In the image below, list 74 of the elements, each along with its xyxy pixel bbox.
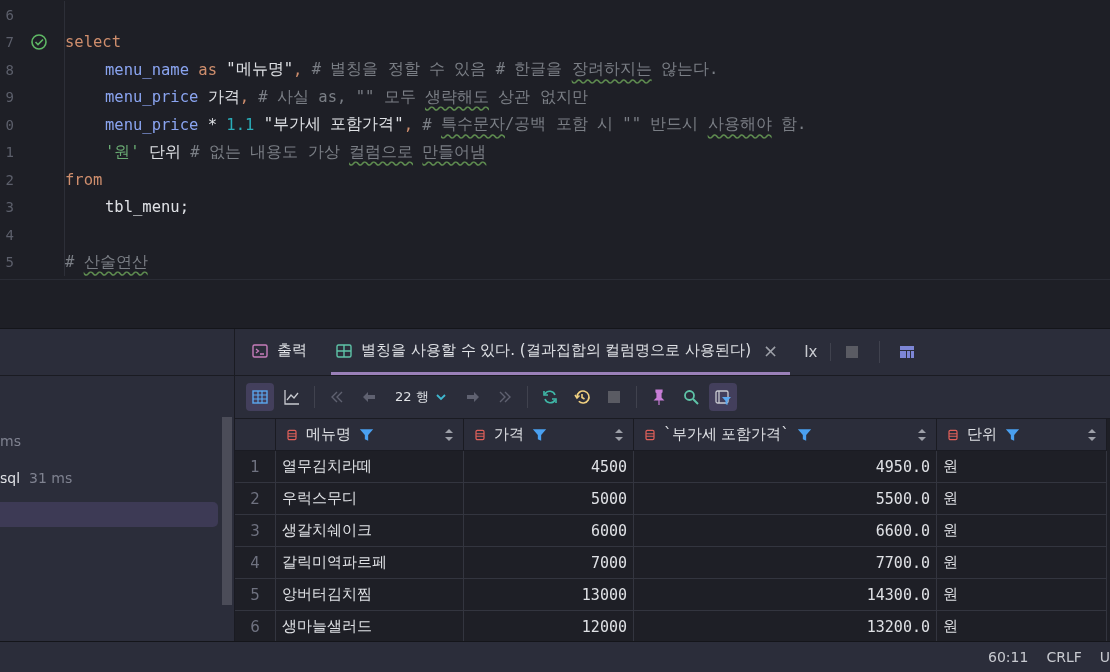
- table-cell: 5000: [464, 483, 634, 515]
- line-chart-icon: [283, 388, 301, 406]
- line-number: 2: [4, 171, 14, 188]
- code-line: # 산술연산: [64, 248, 148, 276]
- terminal-icon: [251, 341, 269, 360]
- table-cell: 앙버터김치찜: [276, 579, 464, 611]
- row-number: 1: [235, 451, 276, 483]
- sort-icon[interactable]: [1088, 428, 1096, 441]
- line-number: 5: [4, 254, 14, 271]
- column-header[interactable]: 단위: [937, 419, 1107, 451]
- row-number: 2: [235, 483, 276, 515]
- row-count-dropdown[interactable]: 22 행: [387, 388, 455, 406]
- encoding[interactable]: U: [1099, 649, 1110, 665]
- result-tab[interactable]: 별칭을 사용할 수 있다. (결과집합의 컬럼명으로 사용된다) ×: [331, 329, 791, 375]
- layout-icon[interactable]: [897, 343, 916, 361]
- code-line: '원' 단위 # 없는 내용도 가상 컬럼으로 만들어냄: [64, 138, 487, 166]
- tab-option[interactable]: Ix: [804, 343, 831, 361]
- table-cell: 5500.0: [634, 483, 937, 515]
- table-icon: [335, 341, 353, 360]
- line-ending[interactable]: CRLF: [1046, 649, 1082, 665]
- filter-panel-icon: [713, 388, 732, 406]
- search-icon: [681, 388, 700, 406]
- column-header[interactable]: 가격: [464, 419, 634, 451]
- cursor-position[interactable]: 60:11: [988, 649, 1029, 665]
- line-number: 9: [4, 89, 14, 106]
- grid-icon: [251, 388, 269, 406]
- row-number: 4: [235, 547, 276, 579]
- close-icon[interactable]: ×: [763, 340, 779, 361]
- line-number: 7: [4, 34, 14, 51]
- line-number: 4: [4, 226, 14, 243]
- table-cell: 원: [937, 579, 1107, 611]
- code-line: select: [64, 28, 121, 56]
- filter-view-button[interactable]: [708, 383, 737, 411]
- line-number: 0: [4, 116, 14, 133]
- line-number: 3: [4, 199, 14, 216]
- line-number: 6: [4, 6, 14, 23]
- code-line: menu_price 가격, # 사실 as, "" 모두 생략해도 상관 없지만: [64, 83, 588, 111]
- result-tab[interactable]: 출력: [247, 329, 319, 375]
- code-line: menu_name as "메뉴명", # 별칭을 정할 수 있음 # 한글을 장려하지는 않는다.: [64, 56, 719, 84]
- line-number: 8: [4, 61, 14, 78]
- sort-icon[interactable]: [445, 428, 453, 441]
- table-cell: 원: [937, 515, 1107, 547]
- code-line: menu_price * 1.1 "부가세 포함가격", # 특수문자/공백 포함 시 "" 반드시 사용해야 함.: [64, 111, 807, 139]
- line-number: 1: [4, 144, 14, 161]
- table-cell: 7000: [464, 547, 634, 579]
- table-cell: 7700.0: [634, 547, 937, 579]
- table-cell: 갈릭미역파르페: [276, 547, 464, 579]
- chevron-down-icon: [434, 391, 447, 403]
- code-line: tbl_menu;: [64, 193, 189, 221]
- table-cell: 4950.0: [634, 451, 937, 483]
- table-cell: 6000: [464, 515, 634, 547]
- table-cell: 14300.0: [634, 579, 937, 611]
- table-cell: 생갈치쉐이크: [276, 515, 464, 547]
- table-cell: 6600.0: [634, 515, 937, 547]
- table-cell: 우럭스무디: [276, 483, 464, 515]
- sort-icon[interactable]: [615, 428, 623, 441]
- row-number: 5: [235, 579, 276, 611]
- table-cell: 13000: [464, 579, 634, 611]
- table-cell: 원: [937, 451, 1107, 483]
- table-cell: 원: [937, 483, 1107, 515]
- result-list-item[interactable]: sql 31 ms: [0, 465, 218, 490]
- result-list-item[interactable]: ms: [0, 428, 218, 453]
- table-cell: 원: [937, 547, 1107, 579]
- table-view-button[interactable]: [246, 383, 274, 411]
- code-line: from: [64, 166, 103, 194]
- column-header[interactable]: 메뉴명: [276, 419, 464, 451]
- refresh-icon: [540, 388, 559, 406]
- scrollbar[interactable]: [222, 417, 232, 605]
- row-number: 3: [235, 515, 276, 547]
- table-cell: 열무김치라떼: [276, 451, 464, 483]
- table-cell: 4500: [464, 451, 634, 483]
- column-header[interactable]: `부가세 포함가격`: [634, 419, 937, 451]
- history-icon: [572, 388, 591, 406]
- sort-icon[interactable]: [918, 428, 926, 441]
